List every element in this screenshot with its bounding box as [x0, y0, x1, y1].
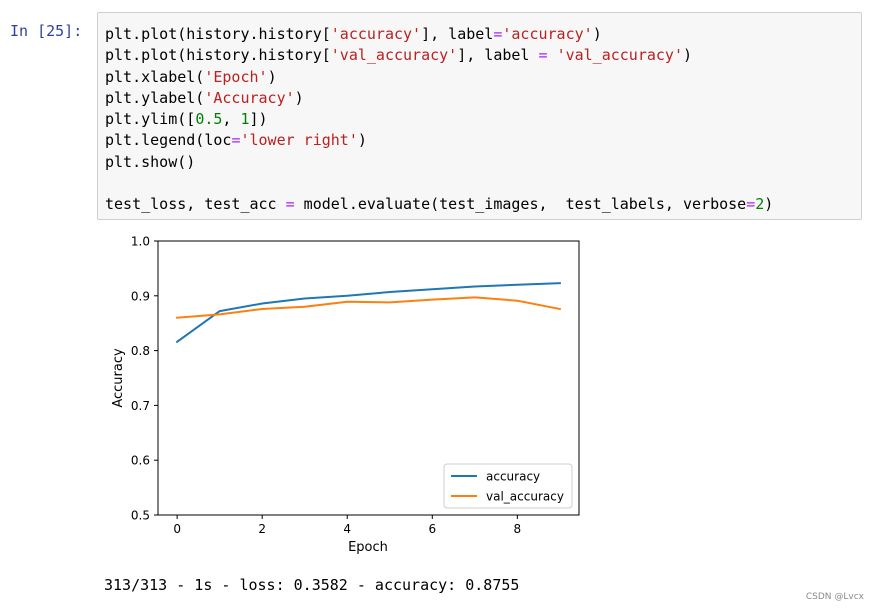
y-tick-label: 0.5	[131, 509, 150, 523]
y-tick-label: 0.9	[131, 289, 150, 303]
y-tick-label: 0.6	[131, 454, 150, 468]
watermark: CSDN @Lvcx	[805, 592, 864, 602]
x-tick-label: 8	[514, 522, 522, 536]
x-tick-label: 6	[428, 522, 436, 536]
cell-output: 313/313 - 1s - loss: 0.3582 - accuracy: …	[104, 576, 520, 594]
y-tick-label: 0.8	[131, 344, 150, 358]
legend: accuracy val_accuracy	[443, 463, 573, 509]
x-axis-label: Epoch	[348, 540, 388, 555]
y-tick-label: 1.0	[131, 235, 150, 249]
legend-label-accuracy: accuracy	[486, 470, 540, 484]
y-axis-label: Accuracy	[111, 348, 126, 408]
x-tick-label: 4	[343, 522, 351, 536]
legend-label-val-accuracy: val_accuracy	[486, 490, 564, 504]
x-tick-label: 0	[173, 522, 181, 536]
accuracy-chart: 0 2 4 6 8 0.5 0.6 0.7 0.8 0.9 1.0 Epoch Accuracy a…	[111, 235, 580, 555]
y-tick-label: 0.7	[131, 399, 150, 413]
x-tick-label: 2	[258, 522, 266, 536]
